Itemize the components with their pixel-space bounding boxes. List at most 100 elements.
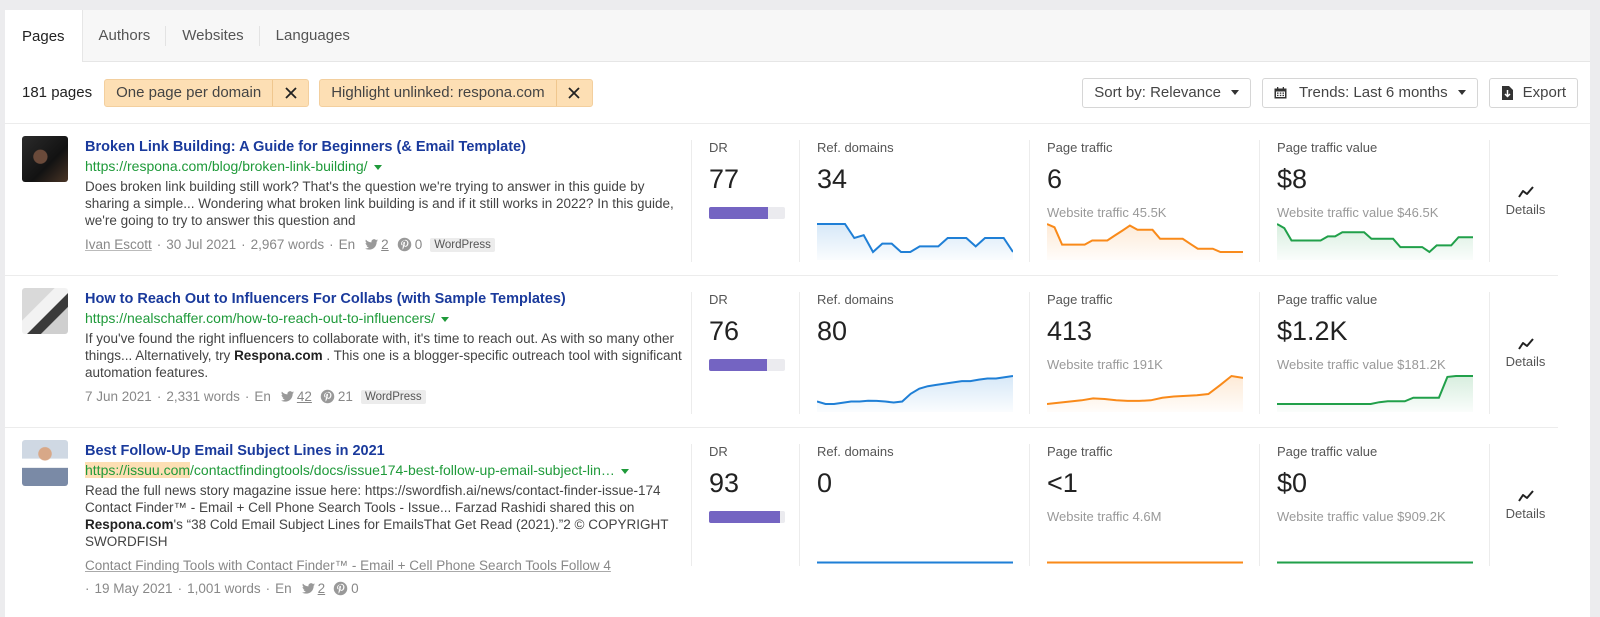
separator: · [241,237,246,252]
trend-chart-icon [1517,489,1534,502]
page-traffic-value: <1 [1047,468,1078,498]
twitter-shares[interactable]: 2 [318,581,326,596]
publish-date: 30 Jul 2021 [166,237,237,252]
page-traffic-value-amount: $1.2K [1277,316,1348,346]
ref-domains-value: 0 [817,468,833,498]
details-button[interactable]: Details [1489,292,1561,414]
scrollbar[interactable] [1590,0,1600,617]
metric-dr: DR 77 [691,140,799,262]
caret-down-icon[interactable] [620,468,629,474]
page-url-link[interactable]: https://issuu.com/contactfindingtools/do… [85,460,685,480]
author-link[interactable]: Ivan Escott [85,237,152,252]
caret-down-icon[interactable] [440,316,449,322]
separator: · [329,237,334,252]
page-url-link[interactable]: https://respona.com/blog/broken-link-bui… [85,156,685,176]
dr-bar-fill [709,207,768,219]
url-text: https://nealschaffer.com/how-to-reach-ou… [85,310,435,326]
export-icon [1501,85,1513,100]
page-traffic-sparkline [1047,374,1243,412]
publish-date: 19 May 2021 [94,581,173,596]
dr-bar [709,359,785,371]
pinterest-icon [320,389,335,404]
metric-label: Ref. domains [817,444,894,459]
page-title-link[interactable]: Broken Link Building: A Guide for Beginn… [85,138,685,156]
page-url-link[interactable]: https://nealschaffer.com/how-to-reach-ou… [85,308,685,328]
twitter-shares[interactable]: 42 [297,389,312,404]
url-text: https://respona.com/blog/broken-link-bui… [85,158,368,174]
caret-down-icon[interactable] [373,164,382,170]
cms-badge: WordPress [360,389,426,404]
separator: · [265,581,271,596]
snippet-text: Does broken link building still work? Th… [85,179,674,228]
caret-down-icon [1457,90,1466,95]
results-list: Broken Link Building: A Guide for Beginn… [5,124,1590,608]
word-count: 2,331 words [166,389,240,404]
ref-domains-sparkline [817,561,1013,564]
page-snippet: Read the full news story magazine issue … [85,482,685,550]
page-title-link[interactable]: How to Reach Out to Influencers For Coll… [85,290,685,308]
page-traffic-value-amount: $8 [1277,164,1308,194]
language: En [338,237,356,252]
filter-chip-label: One page per domain [116,84,262,101]
page-snippet: Does broken link building still work? Th… [85,178,685,229]
calendar-icon [1274,86,1287,98]
remove-filter-button[interactable] [555,79,592,106]
tab-languages[interactable]: Languages [260,10,366,61]
details-button[interactable]: Details [1489,444,1561,566]
results-count: 181 pages [22,84,93,101]
pinterest-icon [397,237,411,252]
close-icon [568,86,580,99]
details-label: Details [1505,505,1546,521]
website-traffic: Website traffic 4.6M [1047,509,1162,524]
twitter-icon [365,239,379,250]
page-traffic-value-sparkline [1277,223,1473,260]
metric-dr: DR 93 [691,444,799,566]
sparkline-area [1277,224,1473,260]
result-row: Broken Link Building: A Guide for Beginn… [5,124,1558,276]
tab-authors[interactable]: Authors [83,10,167,61]
related-link[interactable]: Contact Finding Tools with Contact Finde… [85,558,685,573]
remove-filter-button[interactable] [272,79,308,106]
pinterest-shares: 21 [337,389,353,404]
pinterest-shares: 0 [414,237,423,252]
language: En [254,389,271,404]
separator: · [244,389,250,404]
details-button[interactable]: Details [1489,140,1561,262]
sparkline-area [817,376,1013,412]
trends-label: Trends: Last 6 months [1298,84,1448,101]
page-traffic-sparkline [1047,223,1243,260]
word-count: 2,967 words [250,237,325,252]
dr-value: 93 [709,468,740,498]
tab-pages[interactable]: Pages [5,10,83,62]
language: En [275,581,292,596]
export-button[interactable]: Export [1488,77,1578,108]
metric-label: Page traffic [1047,292,1113,307]
ref-domains-value: 80 [817,316,848,346]
caret-down-icon [1230,90,1239,95]
metric-label: DR [709,444,728,459]
dr-bar [709,511,785,523]
page-info: Broken Link Building: A Guide for Beginn… [85,138,685,252]
dr-value: 76 [709,316,740,346]
dr-bar-fill [709,511,780,523]
ref-domains-sparkline [817,375,1013,412]
filter-bar: 181 pages One page per domain Highlight … [5,62,1590,124]
trends-dropdown[interactable]: Trends: Last 6 months [1261,77,1478,108]
separator: · [156,389,162,404]
page-meta: Ivan Escott · 30 Jul 2021 · 2,967 words · En 2 0… [85,237,685,252]
metric-page-traffic: Page traffic 6 Website traffic 45.5K [1029,140,1259,262]
tab-bar: Pages Authors Websites Languages [5,10,1590,62]
sort-dropdown[interactable]: Sort by: Relevance [1082,77,1251,108]
snippet-bold-text: Respona.com [234,348,323,363]
page-traffic-sparkline [1047,561,1243,564]
page-title-link[interactable]: Best Follow-Up Email Subject Lines in 20… [85,442,685,460]
snippet-text: Read the full news story magazine issue … [85,483,661,515]
dr-bar [709,207,785,219]
trend-chart-icon [1517,337,1534,350]
twitter-shares[interactable]: 2 [381,237,389,252]
result-row: How to Reach Out to Influencers For Coll… [5,276,1558,428]
page-thumbnail [22,440,68,486]
ref-domains-sparkline [817,223,1013,260]
tab-websites[interactable]: Websites [166,10,261,61]
export-label: Export [1522,84,1566,101]
